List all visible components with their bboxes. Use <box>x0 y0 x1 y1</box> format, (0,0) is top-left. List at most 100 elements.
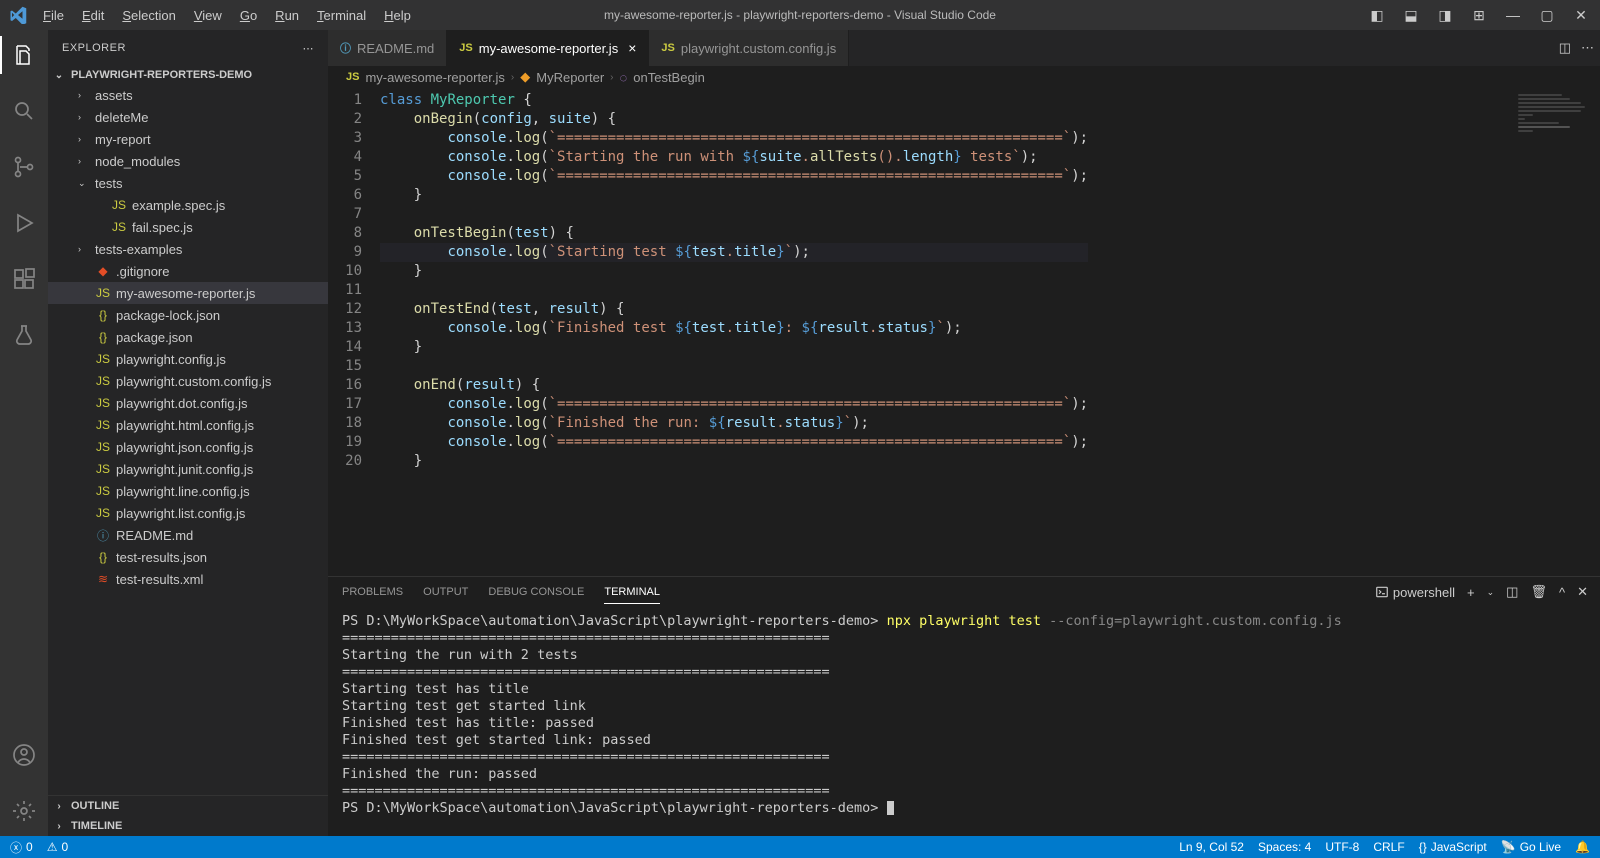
menu-file[interactable]: File <box>35 4 72 27</box>
accounts-icon[interactable] <box>0 736 48 774</box>
layout-sidebar-right-icon[interactable]: ◨ <box>1434 7 1456 24</box>
panel-tab-terminal[interactable]: TERMINAL <box>604 581 660 604</box>
file-playwright.line.config.js[interactable]: JSplaywright.line.config.js <box>48 480 328 502</box>
breadcrumb-method[interactable]: onTestBegin <box>633 70 705 85</box>
tab-README.md[interactable]: ⓘREADME.md <box>328 30 447 66</box>
close-tab-icon[interactable]: × <box>628 40 636 56</box>
terminal-output[interactable]: PS D:\MyWorkSpace\automation\JavaScript\… <box>328 607 1600 836</box>
panel-tab-debug-console[interactable]: DEBUG CONSOLE <box>488 581 584 603</box>
language-mode[interactable]: {} JavaScript <box>1419 840 1487 854</box>
folder-my-report[interactable]: ›my-report <box>48 128 328 150</box>
file-playwright.junit.config.js[interactable]: JSplaywright.junit.config.js <box>48 458 328 480</box>
window-close-icon[interactable]: ✕ <box>1570 7 1592 24</box>
file-icon: JS <box>95 506 111 520</box>
editor-tabs: ⓘREADME.mdJSmy-awesome-reporter.js×JSpla… <box>328 30 1600 66</box>
file-package.json[interactable]: {}package.json <box>48 326 328 348</box>
go-live[interactable]: 📡 Go Live <box>1501 840 1561 854</box>
warnings-count[interactable]: ⚠ 0 <box>47 840 68 854</box>
search-icon[interactable] <box>0 92 48 130</box>
panel-tabs: PROBLEMS OUTPUT DEBUG CONSOLE TERMINAL powe… <box>328 577 1600 607</box>
tab-my-awesome-reporter.js[interactable]: JSmy-awesome-reporter.js× <box>447 30 649 66</box>
file-my-awesome-reporter.js[interactable]: JSmy-awesome-reporter.js <box>48 282 328 304</box>
file-playwright.html.config.js[interactable]: JSplaywright.html.config.js <box>48 414 328 436</box>
outline-section[interactable]: ›OUTLINE <box>48 796 328 816</box>
eol[interactable]: CRLF <box>1373 840 1404 854</box>
more-icon[interactable]: ⋯ <box>303 42 315 55</box>
file-fail.spec.js[interactable]: JSfail.spec.js <box>48 216 328 238</box>
breadcrumb-file[interactable]: my-awesome-reporter.js <box>365 70 504 85</box>
breadcrumbs[interactable]: JS my-awesome-reporter.js › ◆ MyReporter… <box>328 66 1600 88</box>
file-playwright.json.config.js[interactable]: JSplaywright.json.config.js <box>48 436 328 458</box>
class-icon: ◆ <box>520 69 530 85</box>
maximize-panel-icon[interactable]: ^ <box>1559 585 1565 600</box>
testing-icon[interactable] <box>0 316 48 354</box>
file-example.spec.js[interactable]: JSexample.spec.js <box>48 194 328 216</box>
menu-go[interactable]: Go <box>232 4 265 27</box>
file-playwright.config.js[interactable]: JSplaywright.config.js <box>48 348 328 370</box>
file-icon: JS <box>459 42 472 54</box>
breadcrumb-class[interactable]: MyReporter <box>536 70 604 85</box>
layout-panel-icon[interactable]: ⬓ <box>1400 7 1422 24</box>
folder-assets[interactable]: ›assets <box>48 84 328 106</box>
file-playwright.list.config.js[interactable]: JSplaywright.list.config.js <box>48 502 328 524</box>
split-editor-icon[interactable]: ◫ <box>1559 40 1571 56</box>
js-icon: JS <box>346 71 359 83</box>
terminal-chevron-icon[interactable]: ⌄ <box>1487 587 1495 598</box>
explorer-icon[interactable] <box>0 36 48 74</box>
panel-tab-output[interactable]: OUTPUT <box>423 581 468 603</box>
close-panel-icon[interactable]: ✕ <box>1577 584 1588 600</box>
tab-more-icon[interactable]: ⋯ <box>1581 40 1594 56</box>
title-bar: FileEditSelectionViewGoRunTerminalHelp m… <box>0 0 1600 30</box>
split-terminal-icon[interactable]: ◫ <box>1506 584 1518 600</box>
code-editor[interactable]: 1234567891011121314151617181920 class My… <box>328 88 1600 576</box>
file-playwright.dot.config.js[interactable]: JSplaywright.dot.config.js <box>48 392 328 414</box>
settings-gear-icon[interactable] <box>0 792 48 830</box>
file-test-results.json[interactable]: {}test-results.json <box>48 546 328 568</box>
chevron-right-icon: › <box>511 72 514 83</box>
indent-setting[interactable]: Spaces: 4 <box>1258 840 1311 854</box>
window-minimize-icon[interactable]: — <box>1502 7 1524 23</box>
cursor-position[interactable]: Ln 9, Col 52 <box>1179 840 1244 854</box>
file-package-lock.json[interactable]: {}package-lock.json <box>48 304 328 326</box>
notifications-icon[interactable]: 🔔 <box>1575 840 1590 854</box>
new-terminal-icon[interactable]: + <box>1467 585 1475 600</box>
file-icon: ⓘ <box>95 527 111 544</box>
code-content[interactable]: class MyReporter { onBegin(config, suite… <box>380 88 1088 576</box>
terminal-shell-selector[interactable]: powershell <box>1375 585 1455 600</box>
folder-tests[interactable]: ⌄tests <box>48 172 328 194</box>
window-maximize-icon[interactable]: ▢ <box>1536 7 1558 24</box>
layout-toggle-icon[interactable]: ◧ <box>1366 7 1388 24</box>
menu-run[interactable]: Run <box>267 4 307 27</box>
encoding[interactable]: UTF-8 <box>1325 840 1359 854</box>
line-gutter: 1234567891011121314151617181920 <box>328 88 380 576</box>
extensions-icon[interactable] <box>0 260 48 298</box>
file-README.md[interactable]: ⓘREADME.md <box>48 524 328 546</box>
menu-bar: FileEditSelectionViewGoRunTerminalHelp <box>35 4 419 27</box>
timeline-section[interactable]: ›TIMELINE <box>48 816 328 836</box>
menu-help[interactable]: Help <box>376 4 419 27</box>
chevron-right-icon: › <box>610 72 613 83</box>
file-.gitignore[interactable]: ◆.gitignore <box>48 260 328 282</box>
folder-node_modules[interactable]: ›node_modules <box>48 150 328 172</box>
layout-custom-icon[interactable]: ⊞ <box>1468 7 1490 24</box>
run-debug-icon[interactable] <box>0 204 48 242</box>
errors-count[interactable]: ⓧ 0 <box>10 839 33 856</box>
menu-view[interactable]: View <box>186 4 230 27</box>
minimap[interactable] <box>1510 88 1600 576</box>
file-icon: ⓘ <box>340 40 351 56</box>
project-name: PLAYWRIGHT-REPORTERS-DEMO <box>71 69 252 81</box>
folder-tests-examples[interactable]: ›tests-examples <box>48 238 328 260</box>
file-icon: JS <box>95 484 111 498</box>
source-control-icon[interactable] <box>0 148 48 186</box>
chevron-icon: › <box>78 134 90 144</box>
menu-terminal[interactable]: Terminal <box>309 4 374 27</box>
menu-selection[interactable]: Selection <box>114 4 183 27</box>
kill-terminal-icon[interactable]: 🗑 <box>1530 584 1547 600</box>
project-section-header[interactable]: ⌄ PLAYWRIGHT-REPORTERS-DEMO <box>48 66 328 84</box>
folder-deleteMe[interactable]: ›deleteMe <box>48 106 328 128</box>
file-test-results.xml[interactable]: ≋test-results.xml <box>48 568 328 590</box>
file-playwright.custom.config.js[interactable]: JSplaywright.custom.config.js <box>48 370 328 392</box>
menu-edit[interactable]: Edit <box>74 4 112 27</box>
panel-tab-problems[interactable]: PROBLEMS <box>342 581 403 603</box>
tab-playwright.custom.config.js[interactable]: JSplaywright.custom.config.js <box>649 30 849 66</box>
